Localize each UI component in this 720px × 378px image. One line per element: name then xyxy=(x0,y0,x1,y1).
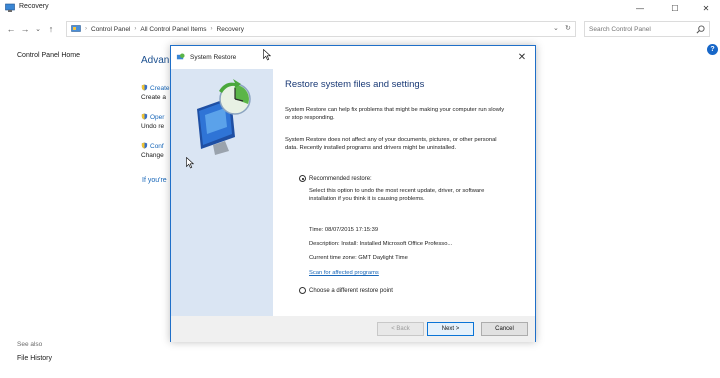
dialog-close-button[interactable]: ✕ xyxy=(515,50,529,64)
cancel-button[interactable]: Cancel xyxy=(481,322,528,336)
recommended-restore-desc: Select this option to undo the most rece… xyxy=(309,188,485,202)
search-icon[interactable] xyxy=(696,25,705,34)
close-window-button[interactable]: ✕ xyxy=(690,0,720,17)
mouse-cursor-icon xyxy=(263,49,271,61)
recent-locations-icon[interactable]: ⌄ xyxy=(32,22,44,36)
recommended-restore-option[interactable]: Recommended restore: xyxy=(299,175,372,182)
create-recovery-link[interactable]: Create xyxy=(150,85,170,92)
dialog-button-bar: < Back Next > Cancel xyxy=(171,316,535,342)
shield-icon xyxy=(141,142,148,149)
breadcrumb-separator-icon: › xyxy=(85,26,87,32)
back-arrow-icon[interactable]: ← xyxy=(5,22,17,36)
breadcrumb-separator-icon: › xyxy=(134,26,137,32)
up-arrow-icon[interactable]: ↑ xyxy=(45,22,57,36)
address-bar[interactable]: › Control Panel › All Control Panel Item… xyxy=(66,21,576,37)
different-restore-point-label: Choose a different restore point xyxy=(309,287,393,294)
recommended-restore-radio[interactable] xyxy=(299,175,306,182)
dialog-body: Restore system files and settings System… xyxy=(285,69,525,316)
configure-system-restore-desc: Change xyxy=(141,152,164,159)
search-box[interactable] xyxy=(584,21,710,37)
window-titlebar: Recovery — ☐ ✕ xyxy=(0,0,720,17)
restore-description: Description: Install: Installed Microsof… xyxy=(309,241,453,247)
forward-arrow-icon[interactable]: → xyxy=(19,22,31,36)
file-history-link[interactable]: File History xyxy=(17,355,52,362)
system-restore-dialog: System Restore ✕ Restore system files an… xyxy=(170,45,536,342)
next-button[interactable]: Next > xyxy=(427,322,474,336)
dialog-heading: Restore system files and settings xyxy=(285,79,425,90)
restore-computer-clock-icon xyxy=(197,79,251,155)
scan-affected-programs-link[interactable]: Scan for affected programs xyxy=(309,269,379,277)
dialog-title: System Restore xyxy=(190,54,237,61)
help-icon[interactable]: ? xyxy=(707,44,718,55)
refresh-pc-link[interactable]: If you're xyxy=(142,177,167,184)
maximize-button[interactable]: ☐ xyxy=(659,0,691,17)
open-system-restore-item[interactable]: Oper Undo re xyxy=(141,113,164,131)
configure-system-restore-link[interactable]: Conf xyxy=(150,143,164,150)
breadcrumb-control-panel[interactable]: Control Panel xyxy=(91,26,130,33)
different-restore-point-option[interactable]: Choose a different restore point xyxy=(299,287,393,294)
breadcrumb-separator-icon: › xyxy=(210,26,213,32)
advanced-recovery-heading: Advan xyxy=(141,55,170,66)
dialog-side-panel xyxy=(171,69,273,316)
mouse-cursor-icon xyxy=(186,157,194,169)
refresh-icon[interactable]: ↻ xyxy=(565,24,571,32)
shield-icon xyxy=(141,113,148,120)
info-paragraph: System Restore does not affect any of yo… xyxy=(285,137,497,151)
see-also-label: See also xyxy=(17,341,43,348)
open-system-restore-desc: Undo re xyxy=(141,123,165,130)
system-restore-icon xyxy=(176,53,185,60)
open-system-restore-link[interactable]: Oper xyxy=(150,114,164,121)
control-panel-home-link[interactable]: Control Panel Home xyxy=(17,52,80,59)
different-restore-point-radio[interactable] xyxy=(299,287,306,294)
recommended-restore-label: Recommended restore: xyxy=(309,175,372,182)
breadcrumb-all-items[interactable]: All Control Panel Items xyxy=(140,26,206,33)
control-panel-icon xyxy=(71,25,81,32)
address-dropdown-icon[interactable]: ⌄ xyxy=(553,24,559,32)
restore-time: Time: 08/07/2015 17:15:39 xyxy=(309,227,379,233)
restore-timezone: Current time zone: GMT Daylight Time xyxy=(309,255,408,261)
configure-system-restore-item[interactable]: Conf Change xyxy=(141,142,164,160)
dialog-titlebar[interactable]: System Restore ✕ xyxy=(171,46,535,69)
back-button[interactable]: < Back xyxy=(377,322,424,336)
search-input[interactable] xyxy=(589,24,689,35)
breadcrumb: › Control Panel › All Control Panel Item… xyxy=(71,25,244,33)
breadcrumb-recovery[interactable]: Recovery xyxy=(217,26,244,33)
create-recovery-drive-item[interactable]: Create Create a xyxy=(141,84,170,102)
minimize-button[interactable]: — xyxy=(624,0,656,17)
recovery-app-icon xyxy=(5,3,15,12)
create-recovery-desc: Create a xyxy=(141,94,166,101)
intro-paragraph: System Restore can help fix problems tha… xyxy=(285,107,505,121)
shield-icon xyxy=(141,84,148,91)
window-title: Recovery xyxy=(19,3,49,10)
